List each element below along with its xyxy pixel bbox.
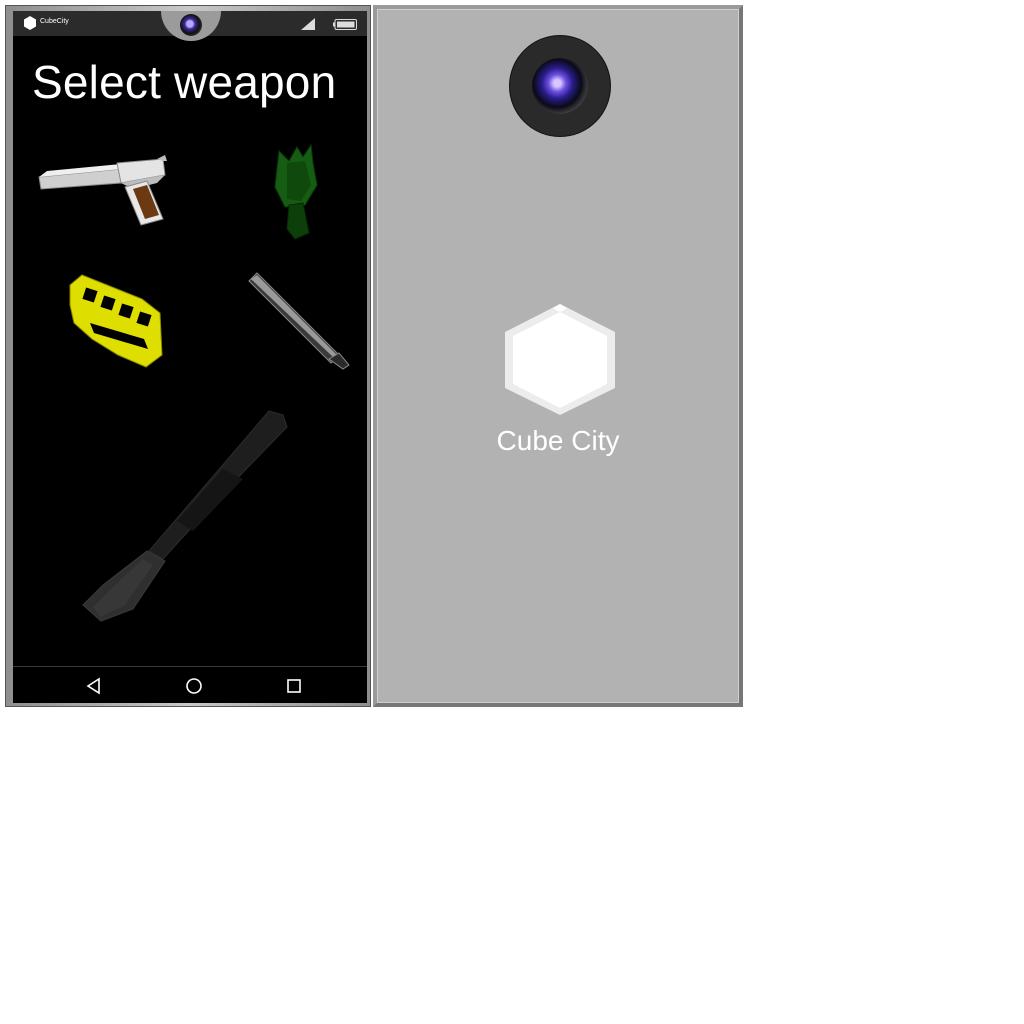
weapon-baseball-bat[interactable] [243,271,353,376]
home-button[interactable] [185,677,203,695]
camera-lens [532,58,588,114]
front-camera-icon [180,14,202,36]
cube-city-logo-icon [24,16,36,30]
device-front: CubeCity Select weapon [5,5,371,707]
baseball-bat-icon [248,272,350,370]
battery-icon [333,19,357,30]
recent-apps-button[interactable] [285,677,303,695]
weapon-bottle[interactable] [265,143,323,243]
brand-name: Cube City [496,425,620,456]
bottle-icon [274,143,318,240]
status-app-name: CubeCity [40,18,69,25]
weapon-brass-knuckles[interactable] [62,269,166,369]
signal-icon [301,18,315,30]
shotgun-icon [82,410,288,622]
game-screen: CubeCity Select weapon [13,11,367,703]
weapon-shotgun[interactable] [73,409,293,624]
cube-city-brand-logo-icon [505,304,615,415]
weapon-pistol[interactable] [37,149,173,231]
status-bar: CubeCity [13,11,367,41]
pistol-icon [38,155,167,226]
navigation-bar [13,666,367,703]
page-title: Select weapon [32,56,337,108]
back-button[interactable] [85,677,103,695]
device-back: Cube City [373,5,743,707]
rear-camera-icon [510,36,610,136]
brass-knuckles-icon [69,274,163,368]
